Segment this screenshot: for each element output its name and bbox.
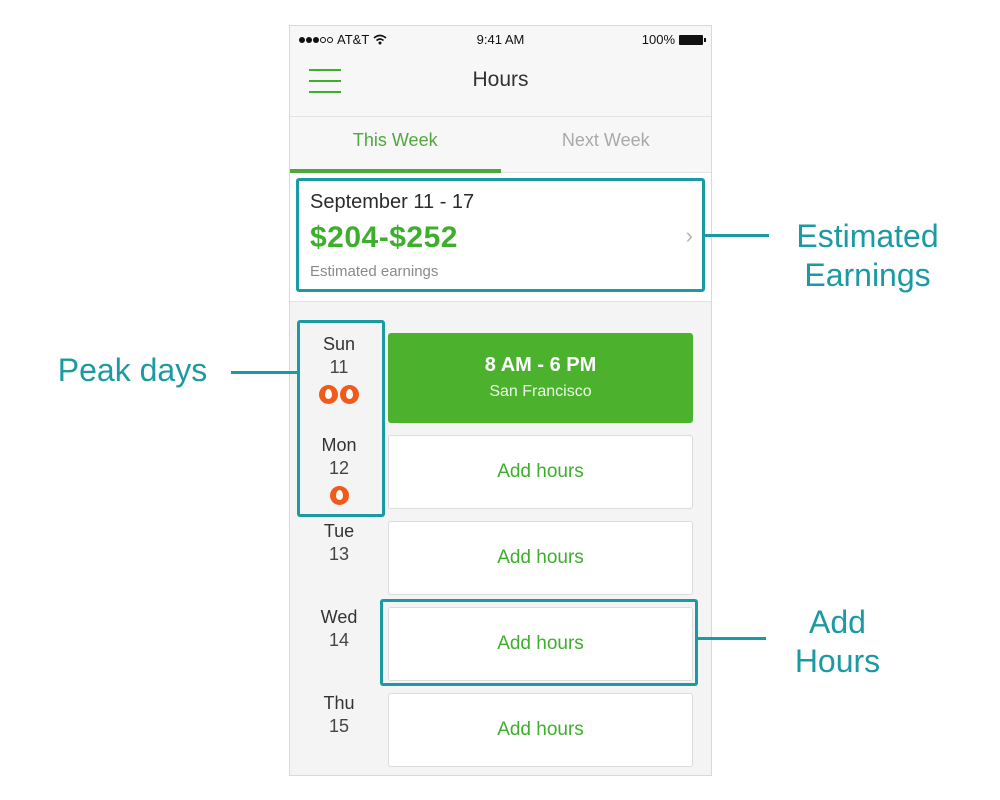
peak-days-callout: Peak days [57,352,208,388]
day-number: 15 [328,716,350,736]
add-hours-button[interactable]: Add hours [388,693,693,767]
peak-days-connector [231,371,297,374]
add-hours-label: Add hours [497,719,584,740]
nav-bar: Hours [290,52,711,117]
day-name: Wed [320,607,358,627]
shift-card[interactable]: 8 AM - 6 PM San Francisco [388,333,693,423]
add-hours-button[interactable]: Add hours [388,435,693,509]
add-hours-connector [698,637,766,640]
page-title: Hours [472,68,529,91]
add-hours-label: Add hours [497,547,584,568]
week-tabs: This Week Next Week [290,117,711,173]
add-hours-highlight [380,599,698,686]
add-hours-label: Add hours [497,461,584,482]
estimated-earnings-connector [705,234,769,237]
shift-location: San Francisco [489,383,592,400]
add-hours-callout: Add Hours [794,604,881,679]
add-hours-button[interactable]: Add hours [388,521,693,595]
estimated-earnings-highlight [296,178,705,292]
peak-days-highlight [297,320,385,517]
battery-icon [679,34,706,45]
tab-this-week[interactable]: This Week [290,117,501,172]
day-name: Thu [323,693,355,713]
status-right: 100% [641,32,706,47]
day-number: 13 [328,544,350,564]
estimated-earnings-callout: Estimated Earnings [796,218,939,293]
battery-percent: 100% [641,32,675,47]
day-number: 14 [328,630,350,650]
tab-next-week[interactable]: Next Week [501,117,712,172]
shift-time: 8 AM - 6 PM [484,354,597,376]
day-name: Tue [323,521,355,541]
status-bar: AT&T 9:41 AM 100% [290,26,711,52]
